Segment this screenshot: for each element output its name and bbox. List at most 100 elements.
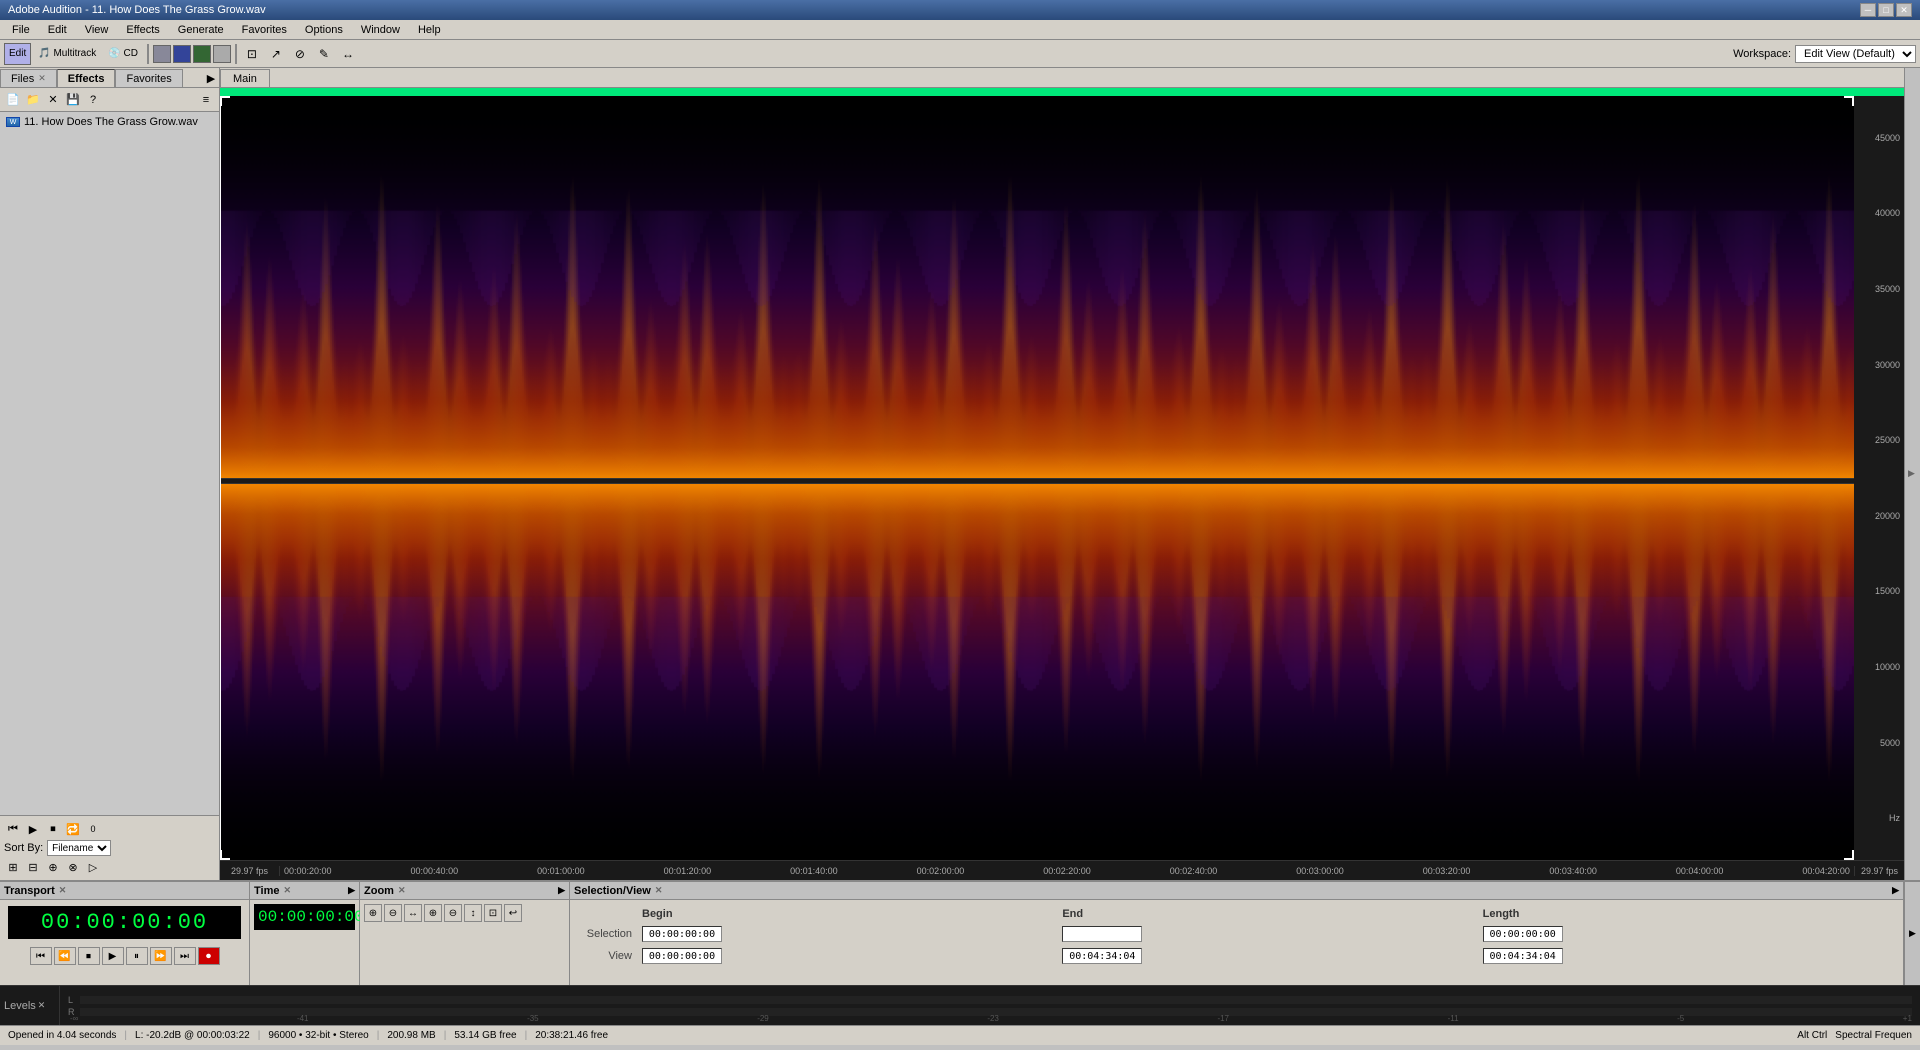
transport-rewind[interactable]: ⏪ <box>54 947 76 965</box>
menu-window[interactable]: Window <box>353 22 408 38</box>
zoom-close[interactable]: ✕ <box>398 885 406 896</box>
time-arrow[interactable]: ▶ <box>348 885 355 896</box>
bottom-btn-3[interactable]: ⊕ <box>44 858 62 876</box>
bottom-btn-4[interactable]: ⊗ <box>64 858 82 876</box>
panel-bottom-icons: ⊞ ⊟ ⊕ ⊗ ▷ <box>4 858 215 876</box>
zoom-out-v[interactable]: ⊖ <box>444 904 462 922</box>
zoom-out-h[interactable]: ⊖ <box>384 904 402 922</box>
menu-options[interactable]: Options <box>297 22 351 38</box>
tab-files[interactable]: Files ✕ <box>0 69 57 87</box>
transport-pause[interactable]: ⏸ <box>126 947 148 965</box>
transport-skip-start[interactable]: ⏮ <box>30 947 52 965</box>
time-close[interactable]: ✕ <box>283 885 291 896</box>
bottom-btn-1[interactable]: ⊞ <box>4 858 22 876</box>
right-collapse-button[interactable]: ▶ <box>1904 68 1920 880</box>
mini-time-btn[interactable]: 0 <box>84 820 102 838</box>
selection-tool-button[interactable]: ⊡ <box>241 43 263 65</box>
mini-rewind-btn[interactable]: ⏮ <box>4 820 22 838</box>
mini-stop-btn[interactable]: ⏹ <box>44 820 62 838</box>
panel-save-btn[interactable]: 💾 <box>64 91 82 109</box>
freq-10k: 10000 <box>1858 662 1900 672</box>
view-end-input[interactable] <box>1062 948 1142 964</box>
menu-favorites[interactable]: Favorites <box>234 22 295 38</box>
zoom-in-h[interactable]: ⊕ <box>364 904 382 922</box>
levels-close[interactable]: ✕ <box>38 1000 46 1011</box>
zoom-full-h[interactable]: ↔ <box>404 904 422 922</box>
move-tool-button[interactable]: ↗ <box>265 43 287 65</box>
view-btn-4[interactable] <box>213 45 231 63</box>
content-tabs: Main <box>220 68 1904 88</box>
mini-play-btn[interactable]: ▶ <box>24 820 42 838</box>
view-begin-input[interactable] <box>642 948 722 964</box>
hand-tool-button[interactable]: ↔ <box>337 43 359 65</box>
file-item[interactable]: W 11. How Does The Grass Grow.wav <box>2 114 217 130</box>
zoom-tool-button[interactable]: ⊘ <box>289 43 311 65</box>
tab-effects[interactable]: Effects <box>57 69 116 87</box>
menu-edit[interactable]: Edit <box>40 22 75 38</box>
spectrogram-area[interactable]: 45000 40000 35000 30000 25000 20000 1500… <box>220 96 1904 860</box>
menu-help[interactable]: Help <box>410 22 449 38</box>
status-spectral: Spectral Frequen <box>1835 1030 1912 1041</box>
panel-open-btn[interactable]: 📁 <box>24 91 42 109</box>
time-display: 00:00:00:00 <box>8 906 241 939</box>
zoom-arrow[interactable]: ▶ <box>558 885 565 896</box>
progress-bar-container <box>220 88 1904 96</box>
pencil-tool-button[interactable]: ✎ <box>313 43 335 65</box>
view-btn-1[interactable] <box>153 45 171 63</box>
transport-play[interactable]: ▶ <box>102 947 124 965</box>
bottom-btn-2[interactable]: ⊟ <box>24 858 42 876</box>
zoom-full-v[interactable]: ↕ <box>464 904 482 922</box>
col-begin: Begin <box>638 906 1056 922</box>
freq-15k: 15000 <box>1858 586 1900 596</box>
menu-view[interactable]: View <box>77 22 117 38</box>
tab-favorites[interactable]: Favorites <box>115 69 182 87</box>
view-btn-2[interactable] <box>173 45 191 63</box>
menu-file[interactable]: File <box>4 22 38 38</box>
panel-menu-btn[interactable]: ≡ <box>197 91 215 109</box>
panel-close-btn[interactable]: ✕ <box>44 91 62 109</box>
mini-transport: ⏮ ▶ ⏹ 🔁 0 <box>4 820 215 838</box>
menu-generate[interactable]: Generate <box>170 22 232 38</box>
status-separator-2: | <box>258 1030 261 1041</box>
selection-length-input[interactable] <box>1483 926 1563 942</box>
marker-13: 00:04:20:00 <box>1802 866 1850 876</box>
levels-text: Levels <box>4 1000 36 1012</box>
cd-mode-button[interactable]: 💿 CD <box>103 43 143 65</box>
transport-stop[interactable]: ⏹ <box>78 947 100 965</box>
selection-arrow[interactable]: ▶ <box>1892 885 1899 896</box>
transport-forward[interactable]: ⏩ <box>150 947 172 965</box>
timeline: 29.97 fps 00:00:20:00 00:00:40:00 00:01:… <box>220 860 1904 880</box>
bottom-right-expand[interactable]: ▶ <box>1904 882 1920 985</box>
zoom-undo[interactable]: ↩ <box>504 904 522 922</box>
edit-mode-button[interactable]: Edit <box>4 43 31 65</box>
minimize-button[interactable]: ─ <box>1860 3 1876 17</box>
selection-close[interactable]: ✕ <box>655 885 663 896</box>
status-file-size: 200.98 MB <box>387 1030 435 1041</box>
selection-end-input[interactable] <box>1062 926 1142 942</box>
workspace-dropdown[interactable]: Edit View (Default) <box>1795 45 1916 63</box>
col-end: End <box>1058 906 1476 922</box>
panel-bottom: ⏮ ▶ ⏹ 🔁 0 Sort By: Filename ⊞ ⊟ ⊕ ⊗ ▷ <box>0 815 219 880</box>
transport-record[interactable]: ⏺ <box>198 947 220 965</box>
mini-loop-btn[interactable]: 🔁 <box>64 820 82 838</box>
panel-arrow[interactable]: ▶ <box>203 69 219 87</box>
selection-row-label: Selection <box>576 924 636 944</box>
bottom-btn-5[interactable]: ▷ <box>84 858 102 876</box>
panel-help-btn[interactable]: ? <box>84 91 102 109</box>
zoom-selection[interactable]: ⊡ <box>484 904 502 922</box>
sort-select[interactable]: Filename <box>47 840 111 856</box>
close-button[interactable]: ✕ <box>1896 3 1912 17</box>
view-btn-3[interactable] <box>193 45 211 63</box>
timeline-canvas[interactable]: 00:00:20:00 00:00:40:00 00:01:00:00 00:0… <box>280 861 1854 880</box>
zoom-in-v[interactable]: ⊕ <box>424 904 442 922</box>
tab-main[interactable]: Main <box>220 69 270 87</box>
panel-new-btn[interactable]: 📄 <box>4 91 22 109</box>
tab-files-close[interactable]: ✕ <box>38 73 46 84</box>
view-length-input[interactable] <box>1483 948 1563 964</box>
multitrack-mode-button[interactable]: 🎵 Multitrack <box>33 43 101 65</box>
transport-close[interactable]: ✕ <box>59 885 67 896</box>
transport-skip-end[interactable]: ⏭ <box>174 947 196 965</box>
maximize-button[interactable]: □ <box>1878 3 1894 17</box>
selection-begin-input[interactable] <box>642 926 722 942</box>
menu-effects[interactable]: Effects <box>118 22 167 38</box>
